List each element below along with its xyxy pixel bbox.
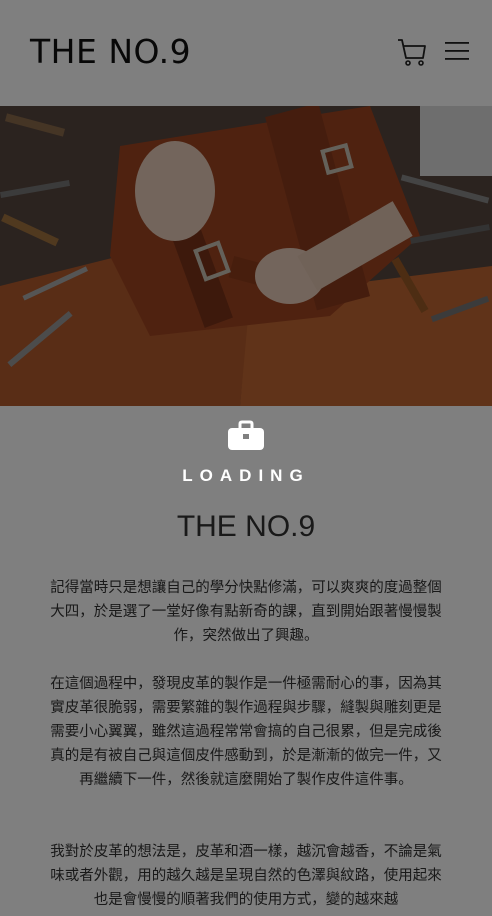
hero-image [0,106,492,406]
brand-title: THE NO.9 [176,510,316,543]
intro-paragraph-2: 在這個過程中，發現皮革的製作是一件極需耐心的事，因為其實皮革很脆弱，需要繁雜的製… [50,676,442,788]
cart-icon[interactable] [397,37,427,67]
hamburger-menu-icon[interactable] [445,40,469,62]
loading-text: LOADING [182,466,310,485]
intro-paragraph-1: 記得當時只是想讓自己的學分快點修滿，可以爽爽的度過整個大四，於是選了一堂好像有點… [50,580,442,644]
bag-icon [228,420,264,450]
page: THE NO.9 THE NO.9 記得當時只是想讓自己的學分快點修滿，可以爽爽… [0,0,492,916]
site-header: THE NO.9 [0,0,492,106]
intro-paragraph-3: 我對於皮革的想法是，皮革和酒一樣，越沉會越香，不論是氣味或者外觀，用的越久越是呈… [50,844,442,908]
site-logo[interactable]: THE NO.9 [30,32,191,71]
leather-craft-workbench-photo [0,106,492,406]
